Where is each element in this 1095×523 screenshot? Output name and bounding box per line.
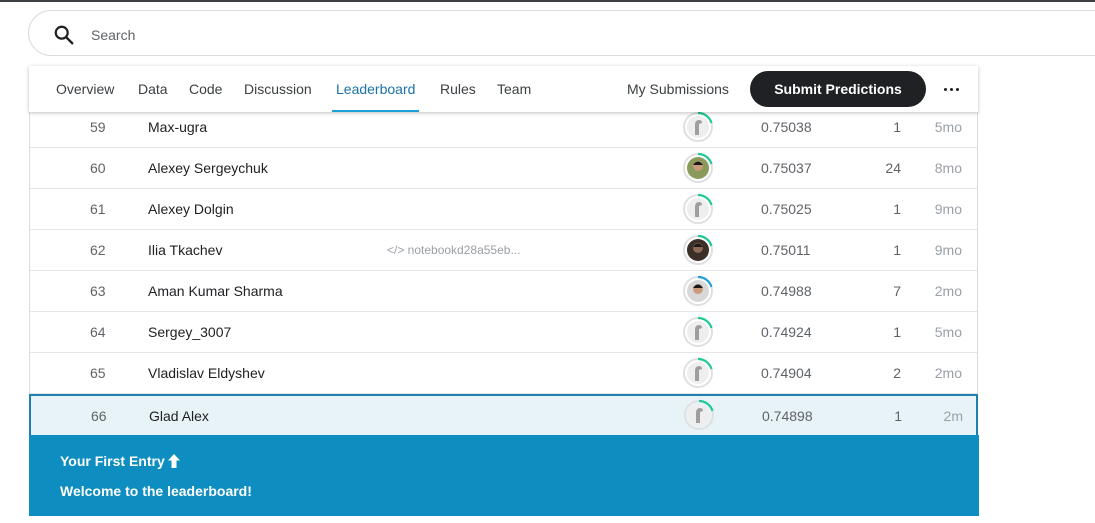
tab-discussion[interactable]: Discussion [244, 66, 312, 112]
tab-data[interactable]: Data [138, 66, 168, 112]
user-avatar[interactable] [682, 234, 714, 266]
submit-predictions-button[interactable]: Submit Predictions [750, 71, 926, 107]
banner-title: Your First Entry [60, 453, 165, 469]
leaderboard-row[interactable]: 64 Sergey_3007 0.74924 1 5mo [30, 312, 977, 353]
more-options-icon[interactable] [937, 76, 967, 102]
leaderboard-row[interactable]: 62 Ilia Tkachev </> notebookd28a55eb... 0.7… [30, 230, 977, 271]
entries-cell: 1 [894, 408, 902, 424]
search-icon [54, 25, 74, 45]
entries-cell: 1 [893, 201, 901, 217]
last-submission-cell: 2m [943, 408, 963, 424]
first-entry-banner: Your First Entry Welcome to the leaderbo… [29, 435, 979, 516]
last-submission-cell: 9mo [934, 242, 962, 258]
user-avatar[interactable] [683, 399, 715, 431]
team-name[interactable]: Max-ugra [148, 119, 207, 135]
last-submission-cell: 2mo [934, 365, 962, 381]
team-name[interactable]: Alexey Sergeychuk [148, 160, 268, 176]
leaderboard-row[interactable]: 59 Max-ugra 0.75038 1 5mo [30, 107, 977, 148]
rank-cell: 59 [90, 119, 106, 135]
competition-tabs-bar: Overview Data Code Discussion Leaderboar… [29, 66, 978, 112]
arrow-up-icon [168, 454, 180, 468]
rank-cell: 64 [90, 324, 106, 340]
team-name[interactable]: Ilia Tkachev [148, 242, 222, 258]
entries-cell: 1 [893, 324, 901, 340]
user-avatar[interactable] [682, 357, 714, 389]
rank-cell: 61 [90, 201, 106, 217]
last-submission-cell: 8mo [934, 160, 962, 176]
score-cell: 0.74924 [761, 324, 812, 340]
score-cell: 0.74904 [761, 365, 812, 381]
leaderboard-row[interactable]: 65 Vladislav Eldyshev 0.74904 2 2mo [30, 353, 977, 394]
rank-cell: 66 [91, 408, 107, 424]
score-cell: 0.74988 [761, 283, 812, 299]
search-input[interactable] [89, 21, 693, 49]
entries-cell: 1 [893, 119, 901, 135]
team-name[interactable]: Glad Alex [149, 408, 209, 424]
rank-cell: 60 [90, 160, 106, 176]
tab-team[interactable]: Team [497, 66, 531, 112]
entries-cell: 1 [893, 242, 901, 258]
entries-cell: 7 [893, 283, 901, 299]
tab-leaderboard[interactable]: Leaderboard [332, 66, 420, 112]
team-name[interactable]: Aman Kumar Sharma [148, 283, 283, 299]
user-avatar[interactable] [682, 152, 714, 184]
user-avatar[interactable] [682, 316, 714, 348]
last-submission-cell: 5mo [934, 119, 962, 135]
window-top-border [0, 0, 1095, 2]
user-avatar[interactable] [682, 275, 714, 307]
tab-rules[interactable]: Rules [440, 66, 476, 112]
last-submission-cell: 2mo [934, 283, 962, 299]
team-name[interactable]: Sergey_3007 [148, 324, 231, 340]
tab-leaderboard-label: Leaderboard [336, 81, 416, 97]
search-bar[interactable] [28, 10, 1095, 56]
more-dot [944, 88, 947, 91]
more-dot [950, 88, 953, 91]
score-cell: 0.74898 [762, 408, 813, 424]
entries-cell: 2 [893, 365, 901, 381]
leaderboard-row[interactable]: 63 Aman Kumar Sharma 0.74988 7 2mo [30, 271, 977, 312]
leaderboard-row[interactable]: 66 Glad Alex 0.74898 1 2m [29, 394, 978, 437]
last-submission-cell: 9mo [934, 201, 962, 217]
team-name[interactable]: Vladislav Eldyshev [148, 365, 265, 381]
score-cell: 0.75025 [761, 201, 812, 217]
tab-overview[interactable]: Overview [56, 66, 114, 112]
score-cell: 0.75011 [761, 242, 811, 258]
team-name[interactable]: Alexey Dolgin [148, 201, 234, 217]
last-submission-cell: 5mo [934, 324, 962, 340]
rank-cell: 65 [90, 365, 106, 381]
notebook-link[interactable]: </> notebookd28a55eb... [387, 243, 520, 257]
leaderboard-row[interactable]: 60 Alexey Sergeychuk 0.75037 24 8mo [30, 148, 977, 189]
score-cell: 0.75037 [761, 160, 812, 176]
active-tab-indicator [332, 110, 420, 112]
leaderboard-row[interactable]: 61 Alexey Dolgin 0.75025 1 9mo [30, 189, 977, 230]
rank-cell: 63 [90, 283, 106, 299]
user-avatar[interactable] [682, 111, 714, 143]
score-cell: 0.75038 [761, 119, 812, 135]
banner-message: Welcome to the leaderboard! [60, 483, 252, 499]
rank-cell: 62 [90, 242, 106, 258]
leaderboard-table: 59 Max-ugra 0.75038 1 5mo 60 Alexey Sergeychuk… [29, 107, 978, 438]
user-avatar[interactable] [682, 193, 714, 225]
entries-cell: 24 [885, 160, 901, 176]
more-dot [956, 88, 959, 91]
tab-code[interactable]: Code [189, 66, 222, 112]
my-submissions-link[interactable]: My Submissions [627, 66, 729, 112]
